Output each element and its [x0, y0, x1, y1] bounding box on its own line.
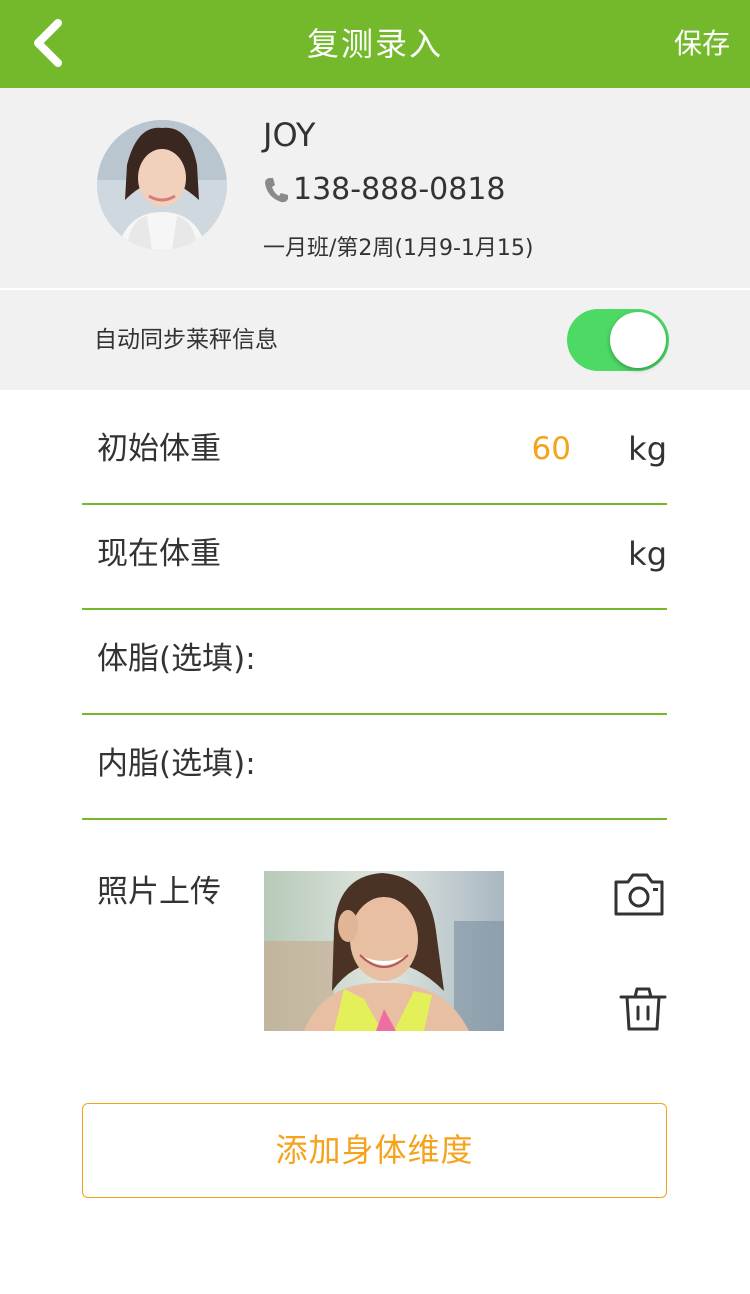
class-info: 一月班/第2周(1月9-1月15)	[263, 236, 534, 261]
avatar[interactable]	[97, 120, 227, 250]
photo-image	[264, 871, 504, 1031]
phone-icon	[265, 177, 288, 202]
page-title: 复测录入	[306, 25, 443, 63]
initial-weight-value: 60	[531, 431, 571, 467]
camera-icon	[614, 873, 664, 916]
visceral-fat-input[interactable]	[272, 748, 656, 794]
profile-card: JOY 138-888-0818 一月班/第2周(1月9-1月15)	[0, 88, 750, 288]
phone-row: 138-888-0818	[263, 172, 506, 207]
save-button[interactable]: 保存	[674, 0, 730, 88]
current-weight-label: 现在体重	[97, 536, 221, 572]
user-name: JOY	[263, 116, 316, 154]
auto-sync-toggle[interactable]	[567, 309, 669, 371]
current-weight-unit: kg	[628, 535, 667, 573]
visceral-fat-row: 内脂(选填):	[82, 716, 667, 820]
back-button[interactable]	[28, 16, 78, 72]
phone-number: 138-888-0818	[293, 172, 506, 207]
nav-bar: 复测录入 保存	[0, 0, 750, 88]
delete-photo-button[interactable]	[617, 985, 669, 1033]
current-weight-input[interactable]	[272, 538, 606, 584]
body-fat-label: 体脂(选填):	[97, 641, 256, 677]
uploaded-photo[interactable]	[264, 871, 504, 1031]
avatar-photo	[97, 120, 227, 250]
chevron-left-icon	[34, 19, 62, 67]
visceral-fat-label: 内脂(选填):	[97, 746, 256, 782]
add-body-dimension-button[interactable]: 添加身体维度	[82, 1103, 667, 1198]
toggle-knob	[610, 312, 666, 368]
initial-weight-label: 初始体重	[97, 431, 221, 467]
camera-button[interactable]	[612, 870, 666, 918]
photo-upload-label: 照片上传	[97, 874, 221, 910]
body-fat-input[interactable]	[272, 643, 656, 689]
trash-icon	[619, 987, 667, 1031]
